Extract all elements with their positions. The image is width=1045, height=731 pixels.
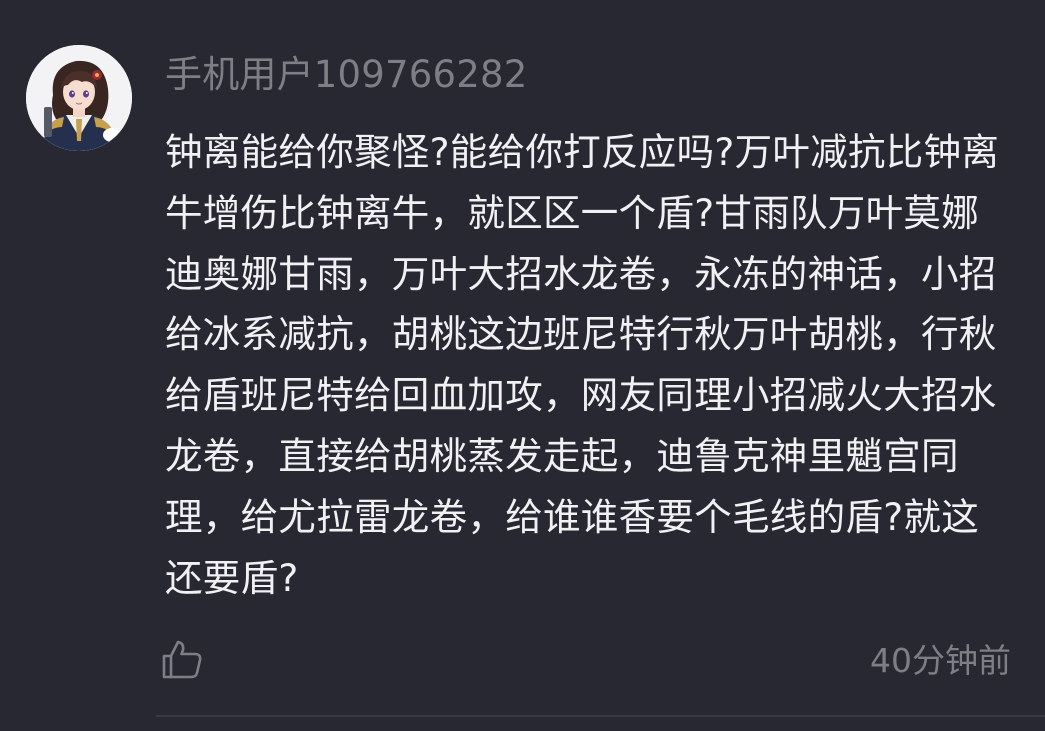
user-avatar[interactable] [26,45,132,151]
divider [156,715,1045,717]
like-button[interactable] [160,637,204,681]
username[interactable]: 手机用户109766282 [165,52,527,98]
comment-text: 钟离能给你聚怪?能给你打反应吗?万叶减抗比钟离牛增伤比钟离牛，就区区一个盾?甘雨… [165,130,1000,600]
thumbs-up-icon [162,640,202,679]
timestamp: 40分钟前 [870,641,1011,680]
avatar-illustration [26,45,132,151]
comment-item: 手机用户109766282 钟离能给你聚怪?能给你打反应吗?万叶减抗比钟离牛增伤… [0,0,1045,731]
